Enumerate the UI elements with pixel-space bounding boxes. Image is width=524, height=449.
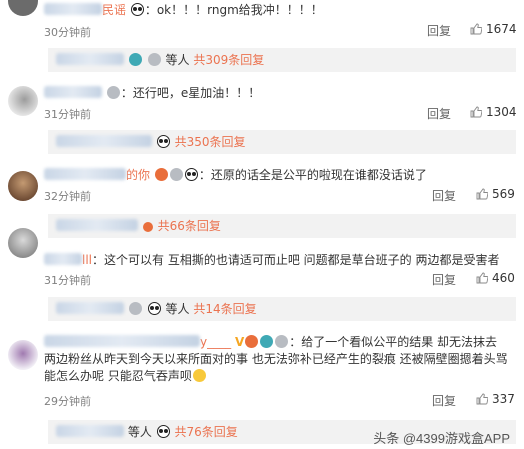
comment-text-line-1: ：给了一个看似公平的结果 却无法抹去 <box>289 335 498 349</box>
comment-text: ：这个可以有 互相撕的也请适可而止吧 问题都是草台班子的 两边都是受害者 <box>92 253 500 267</box>
like-count: 460 <box>492 271 515 285</box>
verified-icon: V <box>234 335 245 349</box>
sub-tail: 等人 <box>127 425 152 439</box>
like-count: 569 <box>492 187 515 201</box>
view-replies-link[interactable]: 共350条回复 <box>175 135 246 149</box>
comment-body: 的你 ：还原的话全是公平的啦现在谁都没话说了 <box>44 165 427 185</box>
sub-tail: 等人 <box>165 302 190 316</box>
panda-emoji-icon <box>156 425 170 438</box>
comment-body: lll：这个可以有 互相撕的也请适可而止吧 问题都是草台班子的 两边都是受害者 <box>44 250 499 270</box>
reply-button[interactable]: 回复 <box>432 271 456 288</box>
thumbs-up-icon <box>476 188 488 200</box>
thumbs-up-icon <box>476 393 488 405</box>
username-suffix[interactable]: lll <box>82 253 92 267</box>
like-count: 1304 <box>486 105 517 119</box>
timestamp: 30分钟前 <box>44 26 91 39</box>
badge-icon <box>275 335 289 348</box>
reply-button[interactable]: 回复 <box>432 392 456 409</box>
comment-body-line-3: 能怎么办呢 只能忍气吞声呗 <box>44 366 207 386</box>
panda-emoji-icon <box>156 135 170 148</box>
blurred-username[interactable] <box>44 3 102 15</box>
timestamp: 32分钟前 <box>44 190 91 203</box>
blurred-username[interactable] <box>44 335 200 347</box>
panda-emoji-icon <box>147 302 161 315</box>
badge-icon <box>169 168 183 181</box>
sub-replies[interactable]: 等人 共14条回复 <box>48 297 516 321</box>
badge-icon <box>106 86 120 99</box>
avatar[interactable] <box>8 228 38 258</box>
comment-text: ：还行吧，e星加油！！！ <box>120 86 261 100</box>
smiley-emoji-icon <box>192 369 206 382</box>
like-button[interactable]: 569 <box>476 187 515 201</box>
timestamp: 29分钟前 <box>44 395 91 408</box>
thumbs-up-icon <box>476 272 488 284</box>
username-suffix[interactable]: 的你 <box>126 168 150 182</box>
comment-body: 民谣 ：ok！！！rngm给我冲！！！！ <box>44 0 323 20</box>
blurred-repliers <box>56 425 124 437</box>
comment-text: ：还原的话全是公平的啦现在谁都没话说了 <box>198 168 427 182</box>
view-replies-link[interactable]: 共14条回复 <box>193 302 256 316</box>
comment-text-line-3: 能怎么办呢 只能忍气吞声呗 <box>44 369 192 383</box>
blurred-username[interactable] <box>44 253 82 265</box>
avatar[interactable] <box>8 171 38 201</box>
like-button[interactable]: 1304 <box>470 105 517 119</box>
timestamp: 31分钟前 <box>44 108 91 121</box>
blurred-repliers <box>56 302 124 314</box>
blurred-repliers <box>56 219 138 231</box>
comment-body: ：还行吧，e星加油！！！ <box>44 83 260 103</box>
like-button[interactable]: 460 <box>476 271 515 285</box>
blurred-repliers <box>56 135 152 147</box>
username-suffix[interactable]: y____ <box>200 335 231 349</box>
view-replies-link[interactable]: 共66条回复 <box>158 219 221 233</box>
blurred-username[interactable] <box>44 168 126 180</box>
like-button[interactable]: 1674 <box>470 22 517 36</box>
username-suffix[interactable]: 民谣 <box>102 3 126 17</box>
panda-emoji-icon <box>130 3 144 16</box>
reply-button[interactable]: 回复 <box>427 105 451 122</box>
avatar[interactable] <box>8 0 38 16</box>
thumbs-up-icon <box>470 23 482 35</box>
badge-icon <box>128 302 142 315</box>
comment-text: ：ok！！！rngm给我冲！！！！ <box>144 3 323 17</box>
sub-replies[interactable]: 共350条回复 <box>48 130 516 154</box>
sub-replies[interactable]: 共66条回复 <box>48 214 516 238</box>
panda-emoji-icon <box>184 168 198 181</box>
blurred-username[interactable] <box>44 86 102 98</box>
sub-tail: 等人 <box>165 53 190 67</box>
badge-icon <box>245 335 259 348</box>
reply-button[interactable]: 回复 <box>427 22 451 39</box>
like-button[interactable]: 337 <box>476 392 515 406</box>
reply-button[interactable]: 回复 <box>432 187 456 204</box>
thumbs-up-icon <box>470 106 482 118</box>
badge-icon <box>154 168 168 181</box>
like-count: 337 <box>492 392 515 406</box>
timestamp: 31分钟前 <box>44 274 91 287</box>
watermark: 头条 @4399游戏盒APP <box>373 431 510 446</box>
view-replies-link[interactable]: 共309条回复 <box>193 53 264 67</box>
badge-icon <box>147 53 161 66</box>
badge-icon <box>128 53 142 66</box>
blurred-repliers <box>56 53 124 65</box>
view-replies-link[interactable]: 共76条回复 <box>175 425 238 439</box>
avatar[interactable] <box>8 340 38 370</box>
sub-replies[interactable]: 等人 共309条回复 <box>48 48 516 72</box>
badge-icon <box>260 335 274 348</box>
badge-icon <box>142 222 153 232</box>
like-count: 1674 <box>486 22 517 36</box>
avatar[interactable] <box>8 86 38 116</box>
